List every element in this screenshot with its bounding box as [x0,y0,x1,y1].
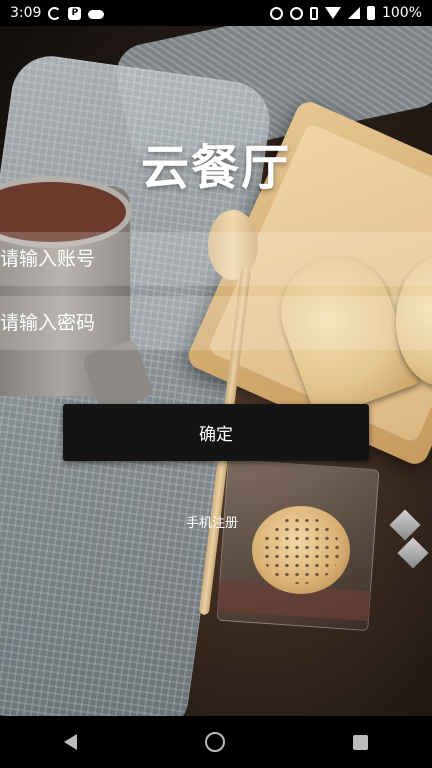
home-icon[interactable] [205,732,225,752]
data-saver-icon [289,6,303,20]
phone-register-link[interactable]: 手机注册 [186,512,238,531]
status-right: 100% [269,5,422,21]
back-icon[interactable] [64,734,77,750]
confirm-button[interactable]: 确定 [63,404,369,461]
battery-icon [366,6,375,20]
recent-apps-icon[interactable] [353,734,368,750]
account-field[interactable] [0,232,432,286]
status-time: 3:09 [10,5,42,21]
battery-percent: 100% [381,5,422,21]
cloud-icon [88,10,105,19]
signal-icon [347,7,360,19]
wifi-icon [324,7,341,19]
muffin [252,506,350,594]
crystal [397,537,429,569]
crystal [389,509,421,541]
app-title: 云餐厅 [140,140,291,196]
alarm-icon [269,6,283,20]
password-field[interactable] [0,296,432,350]
sync-icon [48,6,62,20]
status-bar: 3:09 P 100% [0,0,432,26]
vibrate-icon [309,6,318,20]
password-input[interactable] [0,296,432,350]
status-left: 3:09 P [10,5,105,21]
account-input[interactable] [0,232,432,286]
navigation-bar [0,716,432,768]
p-badge-icon: P [68,6,82,20]
